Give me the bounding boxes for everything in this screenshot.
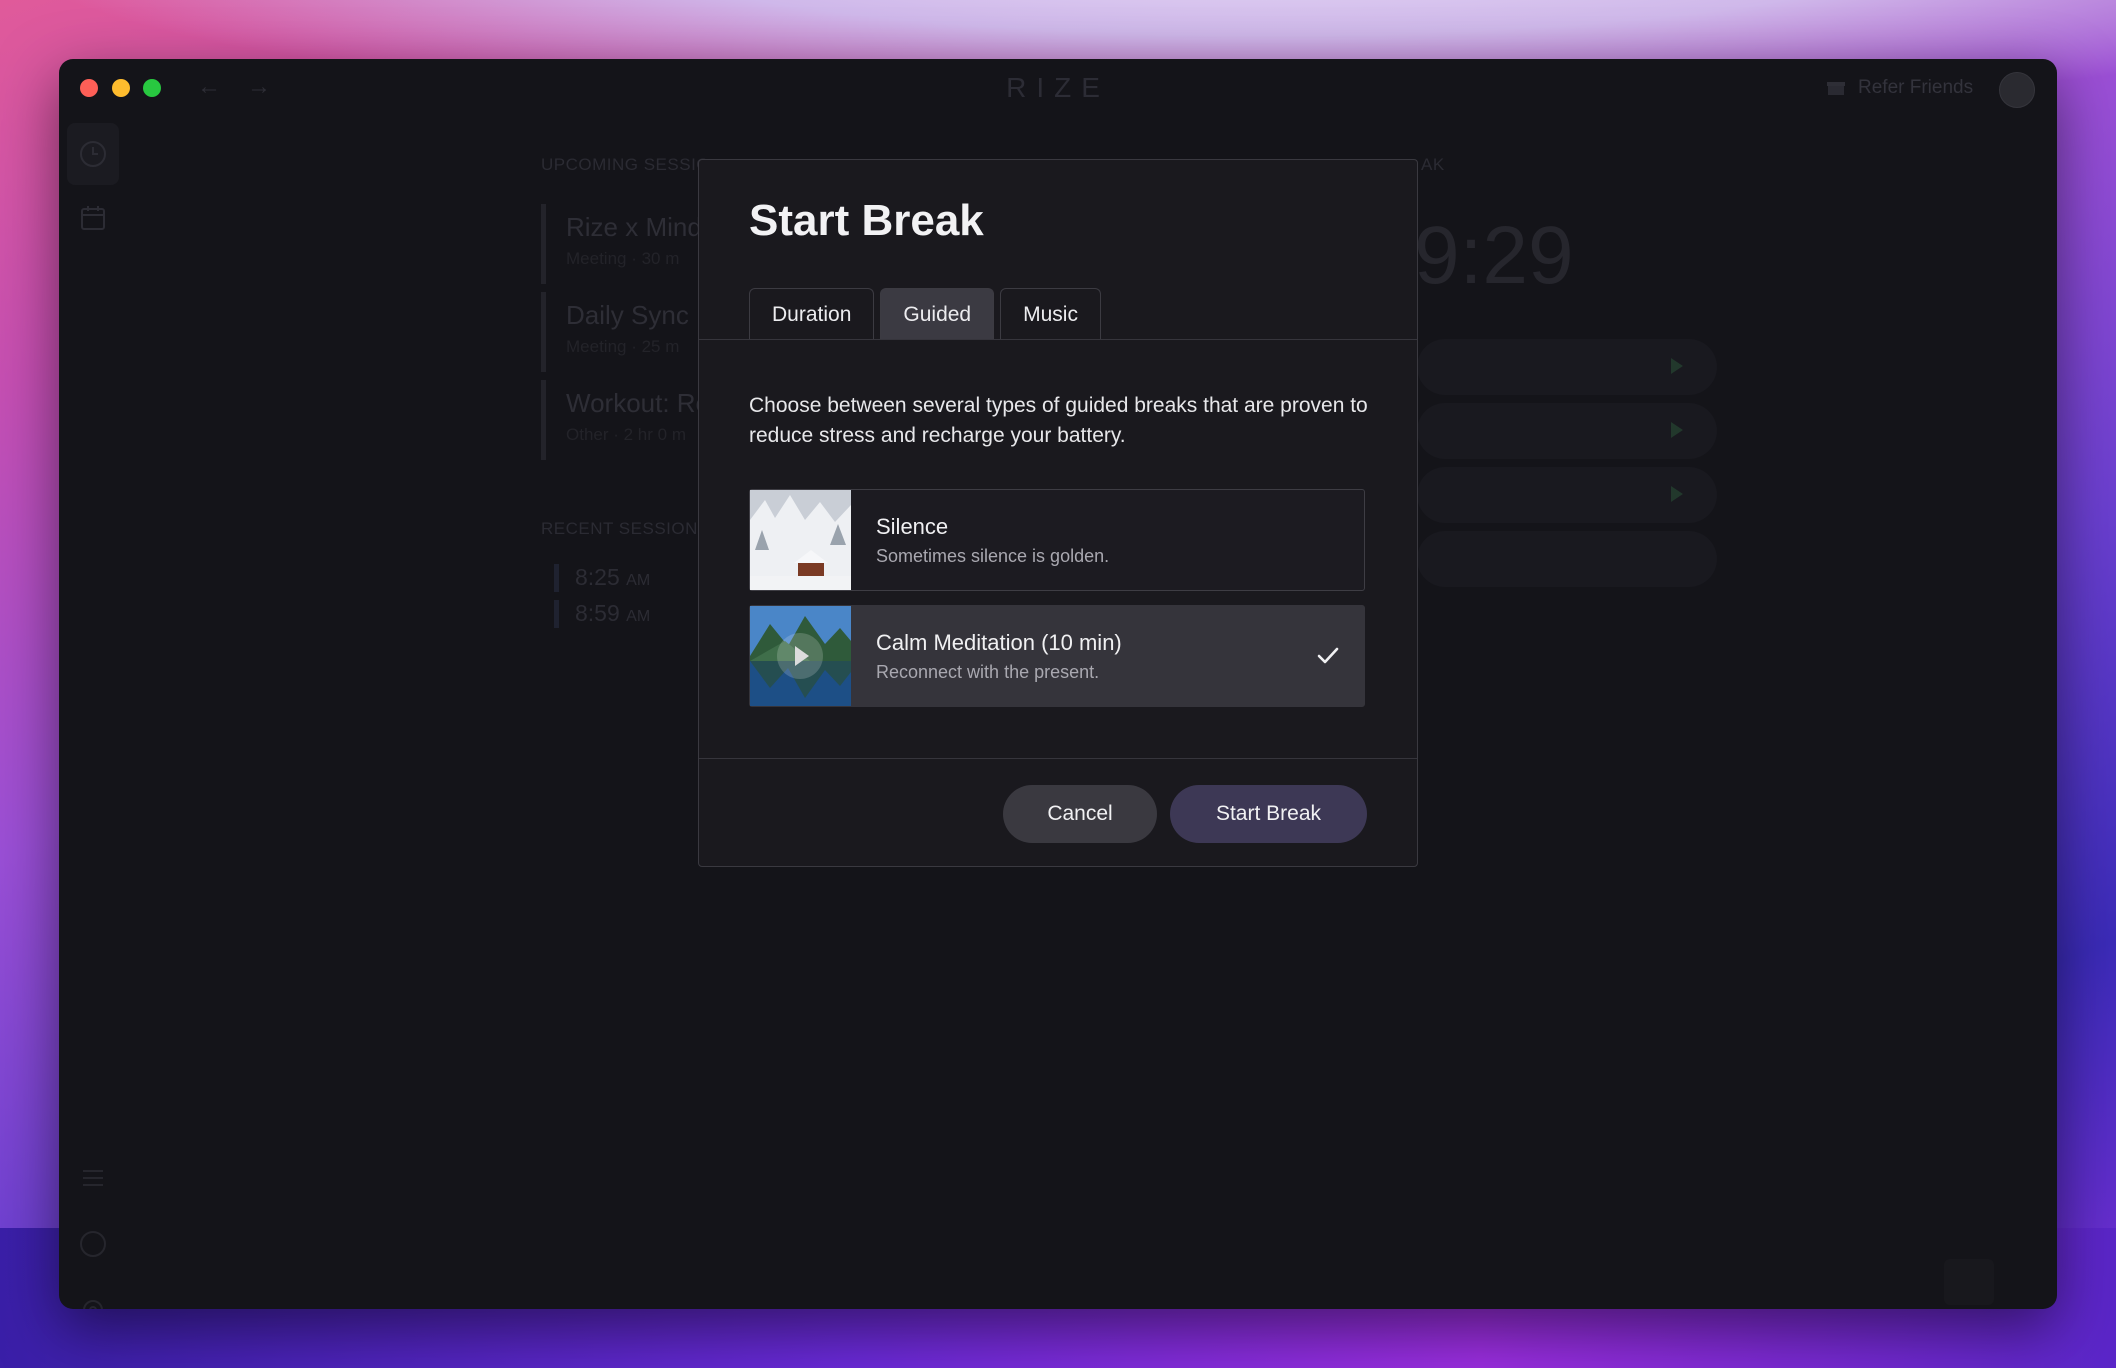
recent-session-row[interactable]: 8:59 AM xyxy=(554,600,650,628)
session-title: Daily Sync xyxy=(566,300,689,330)
break-option-pill[interactable] xyxy=(1417,403,1717,459)
sidebar-item-calendar[interactable] xyxy=(67,187,119,249)
list-icon xyxy=(83,1170,103,1186)
session-title: Rize x Minds xyxy=(566,212,715,242)
chat-button[interactable] xyxy=(1944,1259,1994,1305)
mountain-lake-image xyxy=(750,606,851,706)
recent-time: 8:25 xyxy=(575,564,620,590)
break-timer: 9:29 xyxy=(1414,210,1574,301)
option-name: Calm Meditation (10 min) xyxy=(876,630,1122,655)
start-break-button[interactable]: Start Break xyxy=(1170,785,1367,843)
option-calm-meditation[interactable]: Calm Meditation (10 min) Reconnect with … xyxy=(749,605,1365,707)
play-icon xyxy=(1671,486,1683,502)
recent-sessions-label: RECENT SESSIONS xyxy=(541,519,710,538)
break-option-pill[interactable] xyxy=(1417,339,1717,395)
sidebar xyxy=(59,117,127,1309)
clock-icon xyxy=(80,141,106,167)
sidebar-item-help[interactable] xyxy=(67,1213,119,1275)
snowy-cabin-image xyxy=(750,490,851,590)
calendar-icon xyxy=(81,206,105,230)
help-icon xyxy=(80,1231,106,1257)
dialog-title: Start Break xyxy=(749,196,984,245)
sidebar-item-list[interactable] xyxy=(67,1147,119,1209)
session-title: Workout: Re xyxy=(566,388,711,418)
session-subtitle: Meeting · 25 m xyxy=(566,337,680,356)
sidebar-item-settings[interactable] xyxy=(67,1279,119,1309)
start-break-dialog: Start Break Duration Guided Music Choose… xyxy=(698,159,1418,867)
footer-divider xyxy=(699,758,1417,759)
tab-duration[interactable]: Duration xyxy=(749,288,875,340)
recent-time: 8:59 xyxy=(575,600,620,626)
break-option-pill[interactable] xyxy=(1417,531,1717,587)
option-subtitle: Reconnect with the present. xyxy=(876,662,1100,682)
gear-icon xyxy=(83,1300,103,1309)
avatar[interactable] xyxy=(1999,72,2035,108)
gift-icon[interactable] xyxy=(1826,77,1846,97)
tab-divider xyxy=(699,339,1417,340)
option-name: Silence xyxy=(876,514,949,539)
tab-music[interactable]: Music xyxy=(1000,288,1101,340)
session-subtitle: Other · 2 hr 0 m xyxy=(566,425,686,444)
guided-description: Choose between several types of guided b… xyxy=(749,394,1368,447)
break-section-label: AK xyxy=(1421,155,1445,174)
play-icon xyxy=(1671,358,1683,374)
cancel-button[interactable]: Cancel xyxy=(1003,785,1157,843)
option-silence[interactable]: Silence Sometimes silence is golden. xyxy=(749,489,1365,591)
option-subtitle: Sometimes silence is golden. xyxy=(876,546,1110,566)
break-type-tabs: Duration Guided Music xyxy=(749,288,1101,340)
titlebar: ← → RIZE Refer Friends xyxy=(59,59,2057,117)
session-subtitle: Meeting · 30 m xyxy=(566,249,680,268)
upcoming-sessions-label: UPCOMING SESSIO xyxy=(541,155,711,174)
refer-friends-link[interactable]: Refer Friends xyxy=(1858,77,1973,99)
play-icon xyxy=(1671,422,1683,438)
recent-ampm: AM xyxy=(626,608,651,625)
recent-session-row[interactable]: 8:25 AM xyxy=(554,564,650,592)
checkmark-icon xyxy=(1317,647,1339,664)
recent-ampm: AM xyxy=(626,572,651,589)
sidebar-item-timer[interactable] xyxy=(67,123,119,185)
break-option-pill[interactable] xyxy=(1417,467,1717,523)
tab-guided[interactable]: Guided xyxy=(880,288,995,340)
app-title: RIZE xyxy=(1006,72,1110,103)
